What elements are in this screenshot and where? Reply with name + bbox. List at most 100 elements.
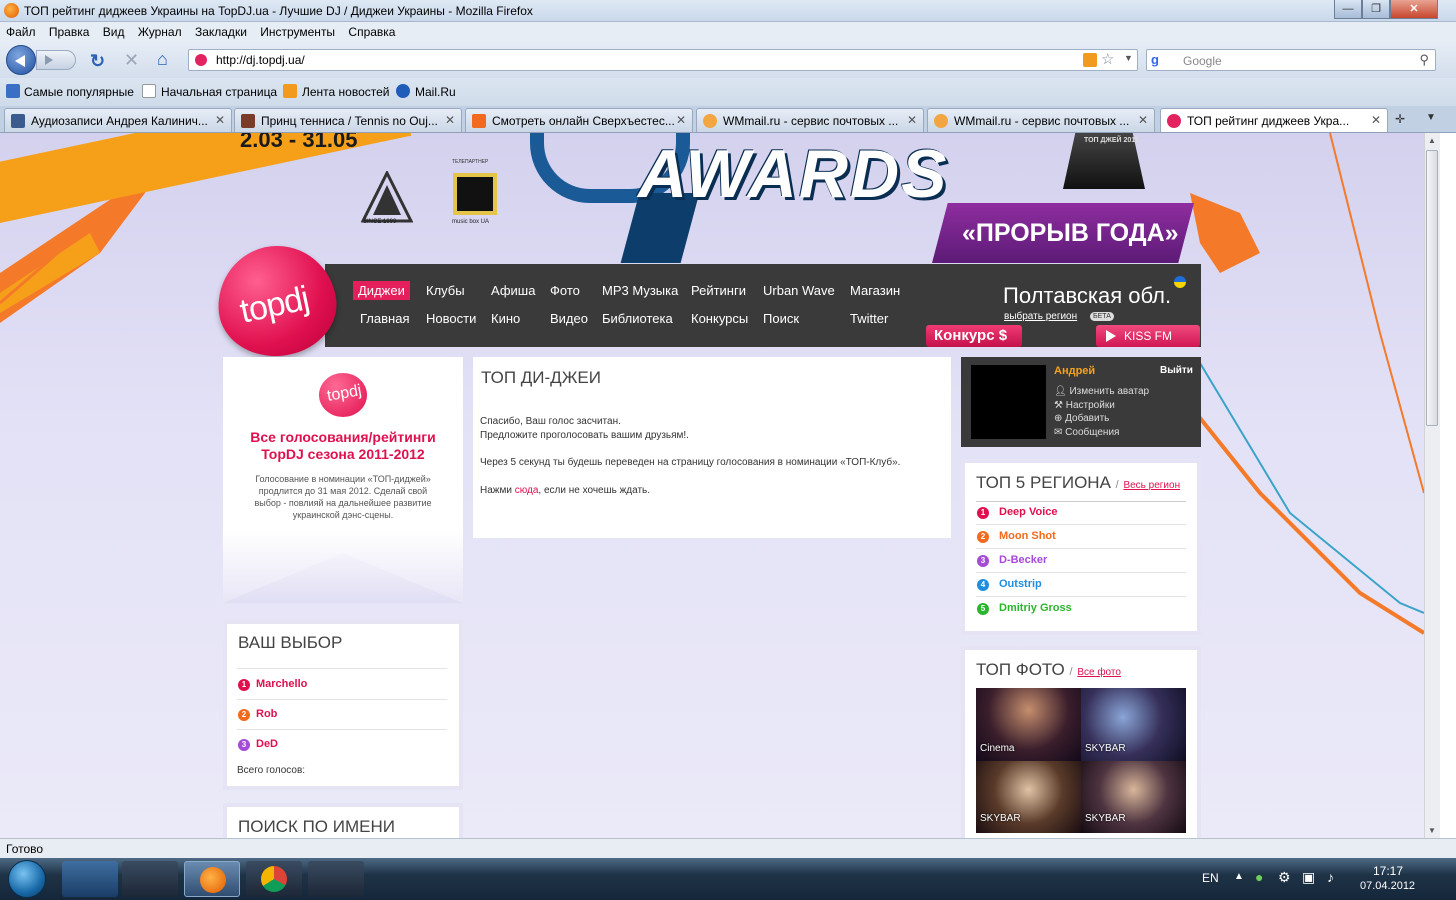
tab-tennis[interactable]: Принц тенниса / Tennis no Ouj... ✕ — [234, 108, 462, 132]
nav-news[interactable]: Новости — [426, 311, 476, 326]
contest-button[interactable]: Конкурс $ — [926, 325, 1022, 347]
username[interactable]: Андрей — [1054, 365, 1095, 377]
rank-badge: 1 — [238, 679, 250, 691]
bookmark-news-feed[interactable]: Лента новостей — [302, 85, 390, 99]
bookmark-mailru[interactable]: Mail.Ru — [415, 85, 456, 99]
close-icon[interactable]: ✕ — [676, 113, 686, 127]
search-icon[interactable]: ⚲ — [1419, 52, 1429, 68]
nav-contests[interactable]: Конкурсы — [691, 311, 748, 326]
close-icon[interactable]: ✕ — [215, 113, 225, 127]
scroll-up-icon[interactable]: ▲ — [1427, 136, 1437, 145]
top5-item[interactable]: Deep Voice — [999, 506, 1058, 518]
steam-tray-icon[interactable]: ⚙ — [1278, 869, 1291, 886]
nav-video[interactable]: Видео — [550, 311, 588, 326]
forward-arrow-icon[interactable] — [36, 50, 76, 70]
close-icon[interactable]: ✕ — [907, 113, 917, 127]
bookmark-star-icon[interactable]: ☆ — [1101, 50, 1114, 68]
chrome-taskbar-icon[interactable] — [246, 861, 302, 897]
play-icon[interactable] — [1106, 330, 1116, 342]
choice-item-name[interactable]: Marchello — [256, 678, 307, 690]
tray-expand-icon[interactable]: ▲ — [1234, 871, 1244, 882]
minimize-button[interactable]: — — [1334, 0, 1362, 19]
tab-supernatural[interactable]: Смотреть онлайн Сверхъестес... ✕ — [465, 108, 693, 132]
nav-shop[interactable]: Магазин — [850, 283, 900, 298]
tab-list-icon[interactable]: ▼ — [1426, 112, 1436, 123]
new-tab-icon[interactable]: ✛ — [1395, 112, 1405, 126]
avatar[interactable] — [971, 365, 1046, 439]
close-icon[interactable]: ✕ — [1371, 113, 1381, 127]
url-dropdown-icon[interactable]: ▼ — [1124, 53, 1133, 63]
top5-item[interactable]: D-Becker — [999, 554, 1047, 566]
messages-link[interactable]: ✉ Сообщения — [1054, 427, 1119, 438]
menu-file[interactable]: Файл — [6, 25, 36, 39]
close-icon[interactable]: ✕ — [445, 113, 455, 127]
menu-history[interactable]: Журнал — [138, 25, 182, 39]
add-link[interactable]: ⊕ Добавить — [1054, 413, 1109, 424]
menu-help[interactable]: Справка — [348, 25, 395, 39]
tab-wmmail-1[interactable]: WMmail.ru - сервис почтовых ... ✕ — [696, 108, 924, 132]
search-bar[interactable]: g Google ⚲ — [1146, 49, 1436, 71]
nav-home[interactable]: Главная — [360, 311, 409, 326]
tab-wmmail-2[interactable]: WMmail.ru - сервис почтовых ... ✕ — [927, 108, 1155, 132]
all-photos-link[interactable]: Все фото — [1077, 667, 1121, 678]
media-player-taskbar-icon[interactable] — [122, 861, 178, 897]
reload-icon[interactable]: ↻ — [90, 51, 105, 72]
nav-urban-wave[interactable]: Urban Wave — [763, 283, 835, 298]
scrollbar-thumb[interactable] — [1426, 150, 1438, 426]
google-icon[interactable]: g — [1151, 53, 1165, 67]
top5-item[interactable]: Dmitriy Gross — [999, 602, 1072, 614]
top5-item[interactable]: Outstrip — [999, 578, 1042, 590]
click-here-link[interactable]: сюда — [515, 485, 539, 496]
top5-item[interactable]: Moon Shot — [999, 530, 1056, 542]
clock-date[interactable]: 07.04.2012 — [1360, 880, 1415, 892]
nav-twitter[interactable]: Twitter — [850, 311, 888, 326]
nav-ratings[interactable]: Рейтинги — [691, 283, 746, 298]
tab-audio[interactable]: Аудиозаписи Андрея Калинич... ✕ — [4, 108, 232, 132]
nav-afisha[interactable]: Афиша — [491, 283, 535, 298]
back-arrow-icon[interactable] — [6, 45, 36, 75]
menu-view[interactable]: Вид — [103, 25, 125, 39]
all-region-link[interactable]: Весь регион — [1123, 480, 1180, 491]
close-icon[interactable]: ✕ — [1138, 113, 1148, 127]
promo-title[interactable]: Все голосования/рейтинги TopDJ сезона 20… — [232, 429, 454, 463]
nav-cinema[interactable]: Кино — [491, 311, 520, 326]
menu-tools[interactable]: Инструменты — [260, 25, 335, 39]
logout-link[interactable]: Выйти — [1160, 365, 1193, 376]
language-indicator[interactable]: EN — [1202, 871, 1219, 885]
scroll-down-icon[interactable]: ▼ — [1427, 826, 1437, 835]
choice-item-name[interactable]: Rob — [256, 708, 277, 720]
info-tray-icon[interactable]: ● — [1255, 869, 1263, 885]
choose-region-link[interactable]: выбрать регион — [1004, 311, 1077, 322]
menu-edit[interactable]: Правка — [49, 25, 90, 39]
start-button[interactable] — [8, 860, 46, 898]
change-avatar-link[interactable]: 👤︎ Изменить аватар — [1054, 386, 1149, 397]
rss-icon[interactable] — [1083, 53, 1097, 67]
partner-label: ТЕЛЕПАРТНЕР — [452, 159, 489, 165]
maximize-button[interactable]: ❐ — [1362, 0, 1390, 19]
choice-item-name[interactable]: DeD — [256, 738, 278, 750]
notes-taskbar-icon[interactable] — [308, 861, 364, 897]
nav-library[interactable]: Библиотека — [602, 311, 673, 326]
nav-mp3[interactable]: MP3 Музыка — [602, 283, 678, 298]
firefox-taskbar-icon[interactable] — [184, 861, 240, 897]
explorer-taskbar-icon[interactable] — [62, 861, 118, 897]
url-bar[interactable]: http://dj.topdj.ua/ ☆ ▼ — [188, 49, 1138, 71]
nav-clubs[interactable]: Клубы — [426, 283, 465, 298]
close-button[interactable]: ✕ — [1390, 0, 1438, 19]
bookmark-most-visited[interactable]: Самые популярные — [24, 85, 134, 99]
settings-link[interactable]: ⚒ Настройки — [1054, 400, 1115, 411]
home-icon[interactable]: ⌂ — [157, 49, 168, 70]
nav-search[interactable]: Поиск — [763, 311, 799, 326]
volume-tray-icon[interactable]: ♪ — [1327, 869, 1334, 885]
search-placeholder[interactable]: Google — [1183, 54, 1222, 68]
stop-icon[interactable]: ✕ — [124, 50, 139, 71]
url-text[interactable]: http://dj.topdj.ua/ — [216, 53, 305, 67]
nav-djs[interactable]: Диджеи — [353, 281, 410, 300]
clock-time[interactable]: 17:17 — [1373, 864, 1403, 878]
network-tray-icon[interactable]: ▣ — [1302, 869, 1315, 886]
menu-bookmarks[interactable]: Закладки — [195, 25, 247, 39]
bookmark-start-page[interactable]: Начальная страница — [161, 85, 277, 99]
page-title: ТОП ДИ-ДЖЕИ — [481, 368, 601, 387]
nav-photo[interactable]: Фото — [550, 283, 580, 298]
tab-topdj[interactable]: ТОП рейтинг диджеев Укра... ✕ — [1160, 108, 1388, 132]
